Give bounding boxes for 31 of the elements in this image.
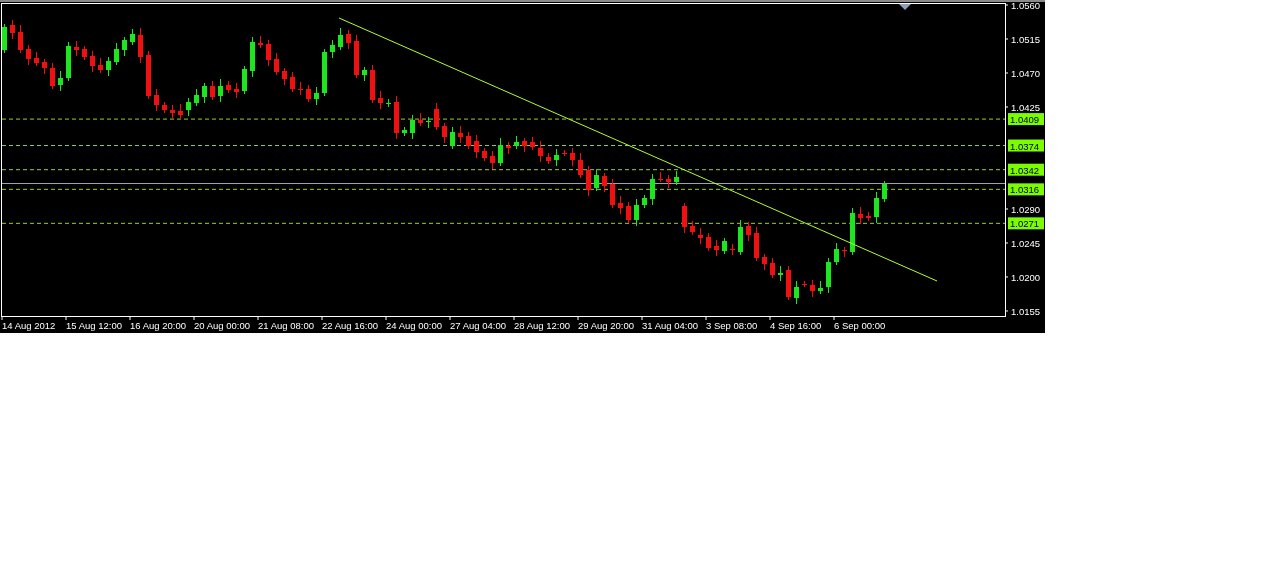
price-axis-label: 1.0290 xyxy=(1011,204,1041,215)
time-axis-label: 3 Sep 08:00 xyxy=(706,320,758,331)
price-axis-label: 1.0515 xyxy=(1011,34,1041,45)
time-axis-label: 6 Sep 00:00 xyxy=(834,320,886,331)
time-axis-label: 29 Aug 20:00 xyxy=(578,320,634,331)
time-axis-label: 15 Aug 12:00 xyxy=(66,320,122,331)
price-level-tag: 1.0271 xyxy=(1008,217,1044,230)
price-axis-label: 1.0245 xyxy=(1011,238,1041,249)
price-level-line[interactable] xyxy=(1,169,1006,171)
price-axis-label: 1.0425 xyxy=(1011,102,1041,113)
time-axis-label: 16 Aug 20:00 xyxy=(130,320,186,331)
time-axis-label: 14 Aug 2012 xyxy=(2,320,56,331)
price-axis-label: 1.0470 xyxy=(1011,68,1041,79)
price-level-tag: 1.0409 xyxy=(1008,113,1044,126)
time-axis-label: 27 Aug 04:00 xyxy=(450,320,506,331)
time-axis-label: 4 Sep 16:00 xyxy=(770,320,822,331)
time-axis-label: 22 Aug 16:00 xyxy=(322,320,378,331)
price-level-line[interactable] xyxy=(1,222,1006,224)
shift-marker-icon[interactable] xyxy=(899,4,911,10)
price-axis-label: 1.0560 xyxy=(1011,0,1041,11)
price-axis-label: 1.0155 xyxy=(1011,306,1041,317)
trend-line[interactable] xyxy=(338,17,938,282)
time-axis-label: 20 Aug 00:00 xyxy=(194,320,250,331)
time-axis-label: 24 Aug 00:00 xyxy=(386,320,442,331)
price-level-tag: 1.0316 xyxy=(1008,183,1044,196)
time-axis-label: 31 Aug 04:00 xyxy=(642,320,698,331)
time-axis-label: 28 Aug 12:00 xyxy=(514,320,570,331)
price-level-line[interactable] xyxy=(1,145,1006,146)
price-level-line[interactable] xyxy=(1,188,1006,190)
time-axis-label: 21 Aug 08:00 xyxy=(258,320,314,331)
price-axis-label: 1.0200 xyxy=(1011,272,1041,283)
